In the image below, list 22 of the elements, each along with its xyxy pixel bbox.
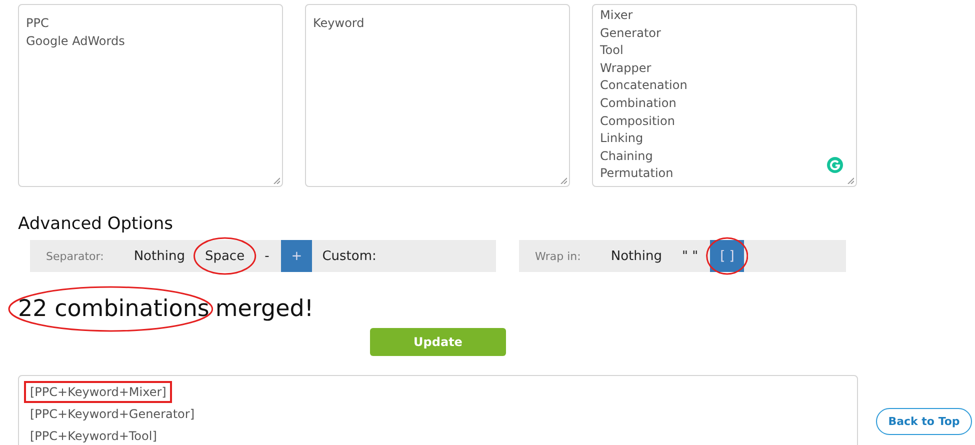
option-label: Custom: — [322, 248, 376, 264]
resize-grip-icon[interactable] — [273, 177, 280, 184]
separator-option[interactable]: Space — [196, 240, 253, 272]
result-line: [PPC+Keyword+Tool] — [29, 428, 158, 445]
resize-grip-icon[interactable] — [847, 177, 854, 184]
separator-option[interactable]: Nothing — [126, 240, 193, 272]
wrap-option[interactable]: " " — [674, 240, 706, 272]
wrap-option[interactable]: Nothing — [602, 240, 670, 272]
back-to-top-button[interactable]: Back to Top — [876, 408, 972, 435]
separator-option[interactable]: - — [256, 240, 278, 272]
section-heading: Advanced Options — [18, 213, 174, 235]
grammarly-icon[interactable] — [827, 157, 843, 173]
input-field[interactable]: Keyword — [305, 4, 570, 187]
output-field[interactable]: [PPC+Keyword+Mixer] [PPC+Keyword+Generator] [PPC+Keyword+Tool] — [18, 375, 858, 445]
option-label: Separator: — [46, 250, 104, 262]
combination-count: 22 combinations — [18, 296, 210, 322]
option-label: Wrap in: — [535, 250, 581, 262]
resize-grip-icon[interactable] — [560, 177, 567, 184]
input-field[interactable]: PPC Google AdWords — [18, 4, 283, 187]
input-field[interactable]: Mixer Generator Tool Wrapper Concatenation Combination Composition Linking Chaining Permutation — [592, 4, 857, 187]
result-line: [PPC+Keyword+Generator] — [29, 406, 196, 423]
summary-text: merged! — [215, 296, 314, 322]
